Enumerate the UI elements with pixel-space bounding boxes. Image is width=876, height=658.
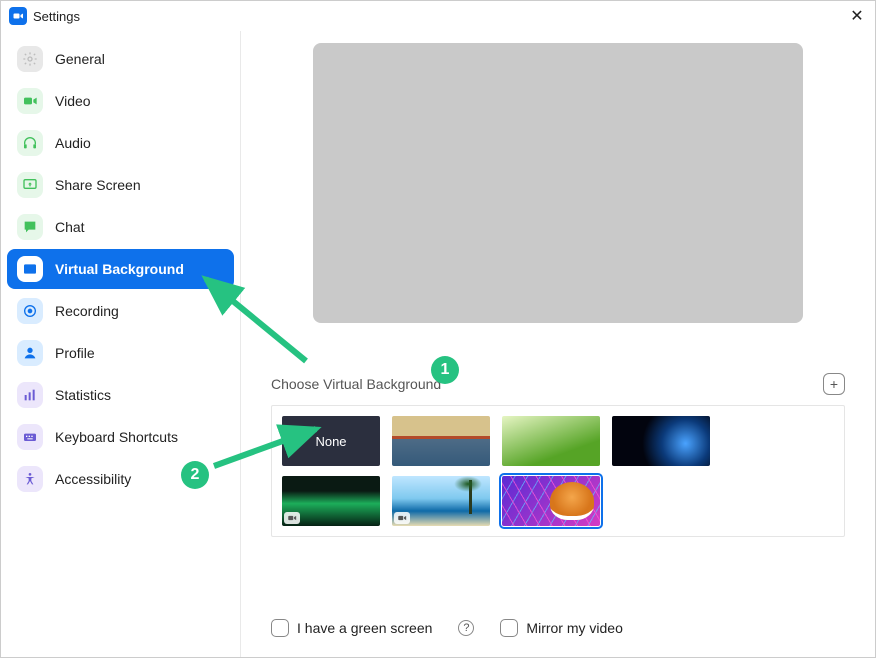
accessibility-icon bbox=[17, 466, 43, 492]
bg-thumb-grass[interactable] bbox=[502, 416, 600, 466]
bg-thumb-tiger-retro[interactable] bbox=[502, 476, 600, 526]
statistics-icon bbox=[17, 382, 43, 408]
sidebar-item-label: Audio bbox=[55, 135, 91, 151]
sidebar-item-general[interactable]: General bbox=[7, 39, 234, 79]
mirror-video-label: Mirror my video bbox=[526, 620, 622, 636]
main-panel: Choose Virtual Background + None I have … bbox=[241, 31, 875, 657]
video-preview bbox=[313, 43, 803, 323]
gear-icon bbox=[17, 46, 43, 72]
sidebar-item-chat[interactable]: Chat bbox=[7, 207, 234, 247]
sidebar-item-label: Share Screen bbox=[55, 177, 141, 193]
green-screen-label: I have a green screen bbox=[297, 620, 432, 636]
sidebar-item-label: Recording bbox=[55, 303, 119, 319]
share-screen-icon bbox=[17, 172, 43, 198]
sidebar-item-keyboard-shortcuts[interactable]: Keyboard Shortcuts bbox=[7, 417, 234, 457]
green-screen-checkbox[interactable]: I have a green screen bbox=[271, 619, 432, 637]
recording-icon bbox=[17, 298, 43, 324]
headphones-icon bbox=[17, 130, 43, 156]
sidebar-item-label: Video bbox=[55, 93, 91, 109]
sidebar-item-label: Keyboard Shortcuts bbox=[55, 429, 178, 445]
keyboard-icon bbox=[17, 424, 43, 450]
background-thumbnails: None bbox=[271, 405, 845, 537]
mirror-video-checkbox[interactable]: Mirror my video bbox=[500, 619, 622, 637]
titlebar: Settings ✕ bbox=[1, 1, 875, 31]
help-icon[interactable]: ? bbox=[458, 620, 474, 636]
sidebar-item-audio[interactable]: Audio bbox=[7, 123, 234, 163]
video-icon bbox=[17, 88, 43, 114]
sidebar-item-label: Statistics bbox=[55, 387, 111, 403]
sidebar-item-label: General bbox=[55, 51, 105, 67]
sidebar-item-label: Virtual Background bbox=[55, 261, 184, 277]
sidebar-item-video[interactable]: Video bbox=[7, 81, 234, 121]
sidebar-item-label: Accessibility bbox=[55, 471, 131, 487]
window-title: Settings bbox=[33, 9, 80, 24]
sidebar-item-statistics[interactable]: Statistics bbox=[7, 375, 234, 415]
sidebar-item-virtual-background[interactable]: Virtual Background bbox=[7, 249, 234, 289]
bg-thumb-aurora[interactable] bbox=[282, 476, 380, 526]
bg-thumb-earth-space[interactable] bbox=[612, 416, 710, 466]
sidebar: General Video Audio Share Screen Chat Virtual… bbox=[1, 31, 241, 657]
bg-thumb-none[interactable]: None bbox=[282, 416, 380, 466]
sidebar-item-share-screen[interactable]: Share Screen bbox=[7, 165, 234, 205]
sidebar-item-recording[interactable]: Recording bbox=[7, 291, 234, 331]
bg-thumb-beach[interactable] bbox=[392, 476, 490, 526]
sidebar-item-profile[interactable]: Profile bbox=[7, 333, 234, 373]
bg-thumb-golden-gate[interactable] bbox=[392, 416, 490, 466]
video-icon bbox=[284, 512, 300, 524]
profile-icon bbox=[17, 340, 43, 366]
sidebar-item-label: Profile bbox=[55, 345, 95, 361]
sidebar-item-accessibility[interactable]: Accessibility bbox=[7, 459, 234, 499]
sidebar-item-label: Chat bbox=[55, 219, 85, 235]
add-background-button[interactable]: + bbox=[823, 373, 845, 395]
virtual-background-icon bbox=[17, 256, 43, 282]
close-button[interactable]: ✕ bbox=[847, 6, 867, 26]
chat-icon bbox=[17, 214, 43, 240]
choose-background-label: Choose Virtual Background bbox=[271, 376, 441, 392]
app-icon bbox=[9, 7, 27, 25]
video-icon bbox=[394, 512, 410, 524]
